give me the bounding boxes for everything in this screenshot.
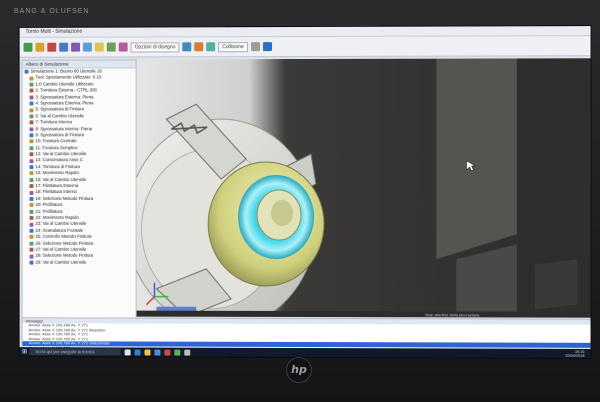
tree-header: Albero di Simulazione [22,60,136,69]
play-icon[interactable] [23,42,33,52]
operation-icon [29,88,34,93]
operation-icon [29,184,34,189]
clock-date: 20/04/2018 [565,353,585,358]
operation-icon [29,247,34,252]
system-tray[interactable]: 16:16 20/04/2018 [565,349,584,357]
operation-icon [29,165,34,170]
taskbar-search-input[interactable]: Scrivi qui per eseguire la ricerca [29,348,121,356]
viewport-status-bar: Stop alla fine della lavorazione [136,310,591,318]
operation-icon [29,76,34,81]
operation-icon [29,171,34,176]
rotate-icon[interactable] [106,42,116,52]
operation-icon [29,82,34,87]
settings-icon[interactable] [250,42,260,52]
tree-item[interactable]: 29: Vai al Cambio Utensile [23,259,136,266]
task-view-icon[interactable] [124,348,131,355]
operation-icon [29,209,34,214]
3d-viewport[interactable]: Stop alla fine della lavorazione [136,58,591,318]
operation-icon [29,190,34,195]
turret-block [534,259,578,310]
operation-icon [29,114,34,119]
simulation-tree-panel: Albero di Simulazione Simulazione 1: Buo… [21,59,137,319]
hp-logo: hp [286,357,312,383]
operation-icon [29,241,34,246]
tool-icon[interactable] [194,42,204,52]
machine-scene [136,58,591,318]
laptop-screen: Tornio Multi - Simulazione Opzioni di di… [18,25,592,359]
windows-taskbar: ⊞ Scrivi qui per eseguire la ricerca 16:… [19,347,591,358]
operation-icon [24,69,29,74]
operation-icon [29,158,34,163]
file-explorer-icon[interactable] [144,349,151,356]
store-icon[interactable] [154,349,161,356]
operation-icon [29,139,34,144]
app-toolbar: Opzioni di disegno Collisione [19,36,591,58]
bore-center [271,200,294,227]
laptop-brand: BANG & OLUFSEN [14,8,90,15]
help-icon[interactable] [262,42,272,52]
collision-dropdown[interactable]: Collisione [218,41,248,52]
tree-list: Simulazione 1: Buono 60 Utensile 16 Tool:… [23,68,136,265]
operation-icon [29,120,34,125]
operation-icon [29,177,34,182]
operation-icon [29,260,34,265]
operation-icon [29,152,34,157]
message-log-panel: Messaggi Avviso: Asse X 100,789 Ax. Y 27… [21,317,592,351]
view-icon[interactable] [94,42,104,52]
edge-icon[interactable] [134,348,141,355]
mail-icon[interactable] [164,349,171,356]
rewind-icon[interactable] [71,42,81,52]
operation-icon [29,203,34,208]
stock-icon[interactable] [206,42,216,52]
app-title: Tornio Multi - Simulazione [25,28,83,35]
viewport-status-text: Stop alla fine della lavorazione [425,311,480,317]
step-icon[interactable] [59,42,69,52]
pause-icon[interactable] [35,42,45,52]
windows-start-icon[interactable]: ⊞ [20,347,30,356]
operation-icon [29,127,34,132]
operation-icon [29,196,34,201]
operation-icon [29,254,34,259]
cam-app-icon[interactable] [174,349,181,356]
stop-icon[interactable] [47,42,57,52]
operation-icon [29,222,34,227]
zoom-icon[interactable] [82,42,92,52]
machine-panel [436,58,517,260]
laptop-body: BANG & OLUFSEN Tornio Multi - Simulazion… [0,0,600,402]
drawing-options-dropdown[interactable]: Opzioni di disegno [130,41,180,52]
section-icon[interactable] [118,42,128,52]
operation-icon [29,146,34,151]
operation-icon [29,133,34,138]
operation-icon [29,95,34,100]
app-icon[interactable] [184,349,191,356]
tree-item-label: 29: Vai al Cambio Utensile [35,259,87,265]
operation-icon [29,101,34,106]
operation-icon [29,235,34,240]
operation-icon [29,107,34,112]
measure-icon[interactable] [182,42,192,52]
operation-icon [29,228,34,233]
operation-icon [29,216,34,221]
